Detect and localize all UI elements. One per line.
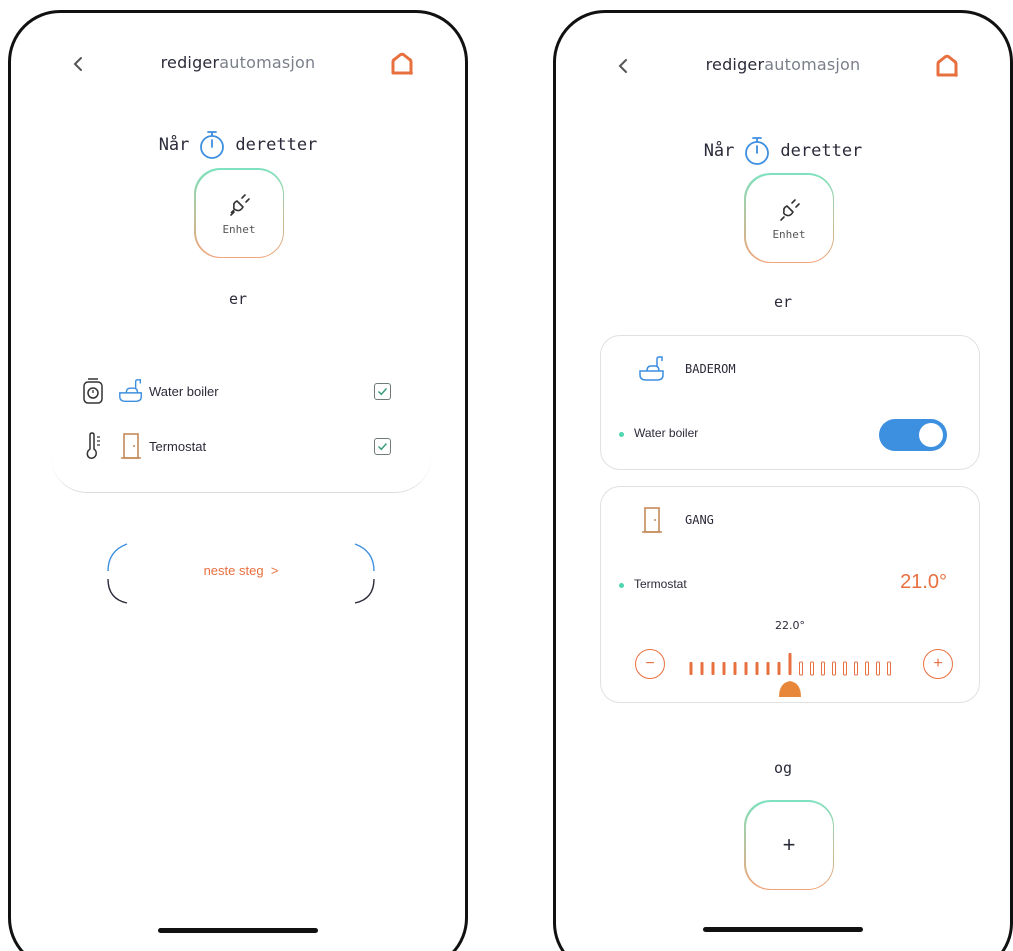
condition-label: er bbox=[228, 290, 248, 308]
slider-tick bbox=[854, 661, 858, 676]
slider-tick bbox=[876, 661, 880, 676]
page-title-light: automasjon bbox=[219, 53, 316, 72]
thermometer-icon bbox=[86, 432, 100, 459]
slider-handle[interactable] bbox=[779, 681, 801, 697]
home-icon[interactable] bbox=[934, 53, 960, 79]
device-trigger-tile-inner: Enhet bbox=[745, 174, 833, 262]
device-trigger-label: Enhet bbox=[772, 227, 806, 241]
room-name: GANG bbox=[685, 513, 714, 527]
trigger-row: Når deretter bbox=[11, 127, 465, 163]
trigger-row: Når deretter bbox=[556, 133, 1010, 169]
phone-screen-right: redigerautomasjon Når deretter Enhet er bbox=[553, 10, 1013, 951]
slider-tick bbox=[733, 662, 737, 675]
room-card-gang: GANG Termostat 21.0° 22.0° − + bbox=[600, 486, 980, 703]
add-condition-label: + bbox=[745, 801, 833, 889]
check-icon bbox=[377, 442, 388, 450]
temperature-slider[interactable] bbox=[681, 645, 901, 705]
slider-tick bbox=[700, 662, 704, 675]
slider-tick bbox=[777, 662, 781, 675]
home-icon[interactable] bbox=[389, 51, 415, 77]
device-icons bbox=[79, 376, 149, 406]
device-trigger-tile-inner: Enhet bbox=[195, 169, 283, 257]
device-icons bbox=[79, 431, 149, 461]
device-name: Water boiler bbox=[634, 426, 699, 440]
plug-icon bbox=[230, 193, 250, 216]
slider-tick bbox=[810, 661, 814, 676]
page-title-bold: rediger bbox=[705, 55, 765, 74]
add-condition-button[interactable]: + bbox=[744, 800, 834, 890]
then-label: deretter bbox=[780, 141, 863, 161]
room-header: GANG bbox=[637, 505, 714, 535]
slider-tick bbox=[832, 661, 836, 676]
page-title-light: automasjon bbox=[764, 55, 861, 74]
slider-tick bbox=[788, 653, 792, 675]
device-name: Termostat bbox=[634, 577, 687, 591]
plug-icon bbox=[780, 198, 800, 221]
stopwatch-icon[interactable] bbox=[742, 135, 772, 167]
device-name: Water boiler bbox=[149, 383, 219, 399]
then-label: deretter bbox=[235, 135, 318, 155]
door-icon bbox=[642, 507, 662, 533]
device-name: Termostat bbox=[149, 438, 207, 454]
current-temperature: 21.0° bbox=[900, 571, 947, 593]
list-item[interactable]: Water boiler bbox=[79, 373, 391, 409]
slider-tick bbox=[843, 661, 847, 676]
status-dot bbox=[619, 583, 624, 588]
header: redigerautomasjon bbox=[556, 53, 1010, 83]
slider-tick bbox=[689, 662, 693, 675]
bathtub-icon bbox=[639, 356, 664, 381]
boiler-tank-icon bbox=[83, 378, 103, 404]
home-indicator bbox=[703, 927, 863, 932]
stopwatch-icon[interactable] bbox=[197, 129, 227, 161]
status-dot bbox=[619, 432, 624, 437]
slider-tick bbox=[722, 662, 726, 675]
slider-tick bbox=[865, 661, 869, 676]
check-icon bbox=[377, 387, 388, 395]
slider-tick bbox=[755, 662, 759, 675]
room-name: BADEROM bbox=[685, 362, 736, 376]
door-icon bbox=[121, 433, 141, 459]
slider-tick bbox=[711, 662, 715, 675]
when-label: Når bbox=[158, 135, 190, 155]
next-step-text: neste steg bbox=[203, 563, 264, 578]
setpoint-label: 22.0° bbox=[775, 619, 805, 632]
and-label: og bbox=[773, 759, 793, 777]
slider-tick bbox=[887, 661, 891, 676]
device-toggle[interactable] bbox=[879, 419, 947, 451]
bathtub-icon bbox=[119, 379, 142, 402]
phone-screen-left: redigerautomasjon Når deretter Enhet er bbox=[8, 10, 468, 951]
slider-tick bbox=[744, 662, 748, 675]
device-trigger-tile[interactable]: Enhet bbox=[194, 168, 284, 258]
device-list: Water boiler Termostat bbox=[51, 343, 431, 493]
device-checkbox[interactable] bbox=[374, 437, 391, 455]
slider-tick bbox=[766, 662, 770, 675]
page-title-bold: rediger bbox=[160, 53, 220, 72]
toggle-knob bbox=[919, 423, 943, 447]
device-trigger-label: Enhet bbox=[222, 222, 256, 236]
next-step-label: neste steg > bbox=[105, 563, 377, 578]
device-checkbox[interactable] bbox=[374, 382, 391, 400]
slider-tick bbox=[821, 661, 825, 676]
device-trigger-tile[interactable]: Enhet bbox=[744, 173, 834, 263]
room-header: BADEROM bbox=[637, 354, 736, 384]
home-indicator bbox=[158, 928, 318, 933]
slider-ticks bbox=[689, 653, 891, 697]
increase-button[interactable]: + bbox=[923, 649, 953, 679]
header: redigerautomasjon bbox=[11, 51, 465, 81]
next-step-button[interactable]: neste steg > bbox=[105, 543, 377, 605]
list-item[interactable]: Termostat bbox=[79, 428, 391, 464]
when-label: Når bbox=[703, 141, 735, 161]
slider-tick bbox=[799, 661, 803, 676]
room-card-baderom: BADEROM Water boiler bbox=[600, 335, 980, 470]
chevron-right-icon: > bbox=[270, 563, 279, 578]
condition-label: er bbox=[773, 293, 793, 311]
decrease-button[interactable]: − bbox=[635, 649, 665, 679]
